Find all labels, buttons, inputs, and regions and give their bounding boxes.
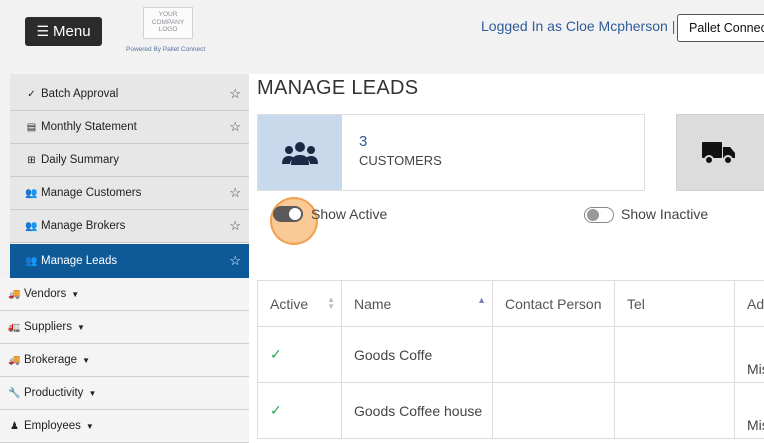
company-logo: YOUR COMPANY LOGO bbox=[143, 7, 193, 39]
star-icon[interactable]: ☆ bbox=[229, 218, 241, 234]
leads-table: Active ▲ ▼ Name ▲ Contact Person Tel Ad ✓ G… bbox=[257, 280, 764, 439]
lead-address: Mis bbox=[734, 326, 764, 383]
sidebar-section-label: Suppliers bbox=[24, 321, 72, 333]
check-icon: ✓ bbox=[27, 88, 36, 100]
star-icon[interactable]: ☆ bbox=[229, 86, 241, 102]
sidebar-section-vendors[interactable]: 🚚 Vendors ▼ bbox=[0, 278, 249, 311]
star-icon[interactable]: ☆ bbox=[229, 119, 241, 135]
sidebar-item-daily-summary[interactable]: ⊞ Daily Summary bbox=[10, 144, 249, 177]
vendors-card[interactable] bbox=[676, 114, 764, 191]
sidebar-item-label: Monthly Statement bbox=[41, 121, 137, 133]
logged-in-user[interactable]: Logged In as Cloe Mcpherson bbox=[481, 18, 668, 34]
caret-down-icon: ▼ bbox=[76, 322, 85, 332]
logged-in-link[interactable]: Logged In as Cloe Mcpherson | bbox=[481, 18, 675, 34]
sidebar-item-label: Manage Customers bbox=[41, 187, 142, 199]
lead-address: Mis bbox=[734, 382, 764, 439]
users-icon bbox=[258, 115, 342, 190]
wrench-icon: 🔧 bbox=[8, 387, 21, 399]
sidebar-section-employees[interactable]: ♟ Employees ▼ bbox=[0, 410, 249, 443]
menu-button[interactable]: ☰ Menu bbox=[25, 17, 102, 46]
top-bar: ☰ Menu YOUR COMPANY LOGO Powered By Pall… bbox=[0, 0, 764, 74]
show-active-toggle[interactable] bbox=[273, 206, 303, 222]
column-label: Ad bbox=[747, 295, 764, 312]
column-label: Tel bbox=[627, 295, 645, 312]
sidebar-item-manage-brokers[interactable]: 👥 Manage Brokers ☆ bbox=[10, 210, 249, 243]
column-label: Name bbox=[354, 295, 392, 312]
table-header-row: Active ▲ ▼ Name ▲ Contact Person Tel Ad bbox=[257, 280, 764, 327]
users-icon: 👥 bbox=[25, 220, 38, 232]
column-label: Active bbox=[270, 295, 309, 312]
users-icon: 👥 bbox=[25, 255, 38, 267]
active-check-icon: ✓ bbox=[257, 382, 342, 439]
hamburger-icon: ☰ bbox=[36, 23, 50, 39]
caret-down-icon: ▼ bbox=[71, 289, 80, 299]
column-label: Contact Person bbox=[505, 295, 602, 312]
sidebar-section-label: Brokerage bbox=[24, 354, 78, 366]
page-title: MANAGE LEADS bbox=[257, 77, 419, 99]
sidebar-section-productivity[interactable]: 🔧 Productivity ▼ bbox=[0, 377, 249, 410]
sidebar-section-brokerage[interactable]: 🚚 Brokerage ▼ bbox=[0, 344, 249, 377]
logo-line: COMPANY bbox=[151, 18, 185, 26]
sidebar-section-label: Productivity bbox=[24, 387, 84, 399]
logo-line: LOGO bbox=[158, 26, 178, 33]
toggle-knob bbox=[587, 209, 599, 221]
toggle-knob bbox=[289, 208, 301, 220]
table-row[interactable]: ✓ Goods Coffee house Mis bbox=[257, 382, 764, 439]
truck-icon: 🚚 bbox=[8, 354, 21, 366]
star-icon[interactable]: ☆ bbox=[229, 185, 241, 201]
sidebar-item-batch-approval[interactable]: ✓ Batch Approval ☆ bbox=[10, 78, 249, 111]
sidebar-item-monthly-statement[interactable]: ▤ Monthly Statement ☆ bbox=[10, 111, 249, 144]
table-row[interactable]: ✓ Goods Coffe Mis bbox=[257, 326, 764, 383]
lead-tel bbox=[614, 382, 735, 439]
lead-name[interactable]: Goods Coffee house bbox=[341, 382, 493, 439]
sort-icon: ▲ ▼ bbox=[327, 295, 335, 311]
lead-contact bbox=[492, 382, 615, 439]
menu-button-label: Menu bbox=[53, 23, 91, 40]
column-header-address[interactable]: Ad bbox=[734, 280, 764, 327]
sidebar-section-suppliers[interactable]: 🚛 Suppliers ▼ bbox=[0, 311, 249, 344]
sidebar-section-label: Vendors bbox=[24, 288, 67, 300]
column-header-active[interactable]: Active ▲ ▼ bbox=[257, 280, 342, 327]
truck-icon bbox=[677, 115, 761, 190]
pallet-connect-button[interactable]: Pallet Connect bbox=[677, 14, 764, 42]
sidebar-section-label: Employees bbox=[24, 420, 81, 432]
show-inactive-toggle[interactable] bbox=[584, 207, 614, 223]
show-inactive-label[interactable]: Show Inactive bbox=[621, 206, 708, 222]
person-icon: ♟ bbox=[10, 420, 19, 432]
truck-icon: 🚚 bbox=[8, 288, 21, 300]
table-icon: ⊞ bbox=[27, 154, 36, 166]
show-active-label[interactable]: Show Active bbox=[311, 206, 387, 222]
column-header-tel[interactable]: Tel bbox=[614, 280, 735, 327]
users-icon: 👥 bbox=[25, 187, 38, 199]
caret-down-icon: ▼ bbox=[82, 355, 90, 365]
sidebar-item-manage-customers[interactable]: 👥 Manage Customers ☆ bbox=[10, 177, 249, 210]
caret-down-icon: ▼ bbox=[88, 388, 97, 398]
sidebar-item-label: Batch Approval bbox=[41, 88, 119, 100]
sidebar-item-label: Daily Summary bbox=[41, 154, 119, 166]
sort-ascending-icon: ▲ bbox=[477, 295, 486, 305]
customers-label: CUSTOMERS bbox=[359, 153, 442, 168]
column-header-name[interactable]: Name ▲ bbox=[341, 280, 493, 327]
lead-name[interactable]: Goods Coffe bbox=[341, 326, 493, 383]
header-separator: | bbox=[671, 18, 676, 34]
active-check-icon: ✓ bbox=[257, 326, 342, 383]
customers-card[interactable]: 3 CUSTOMERS bbox=[257, 114, 645, 191]
customers-count: 3 bbox=[359, 133, 368, 150]
caret-down-icon: ▼ bbox=[85, 421, 94, 431]
star-icon[interactable]: ☆ bbox=[229, 253, 241, 269]
sidebar-item-label: Manage Brokers bbox=[41, 220, 126, 232]
sidebar-item-manage-leads[interactable]: 👥 Manage Leads ☆ bbox=[10, 244, 249, 278]
powered-by-text: Powered By Pallet Connect bbox=[126, 46, 206, 53]
logo-line: YOUR bbox=[158, 11, 178, 18]
statement-icon: ▤ bbox=[26, 121, 37, 133]
leads-table-wrapper: Active ▲ ▼ Name ▲ Contact Person Tel Ad ✓ G… bbox=[257, 280, 764, 443]
supplier-icon: 🚛 bbox=[8, 321, 21, 333]
lead-contact bbox=[492, 326, 615, 383]
lead-tel bbox=[614, 326, 735, 383]
sidebar-item-label: Manage Leads bbox=[41, 255, 118, 267]
column-header-contact-person[interactable]: Contact Person bbox=[492, 280, 615, 327]
